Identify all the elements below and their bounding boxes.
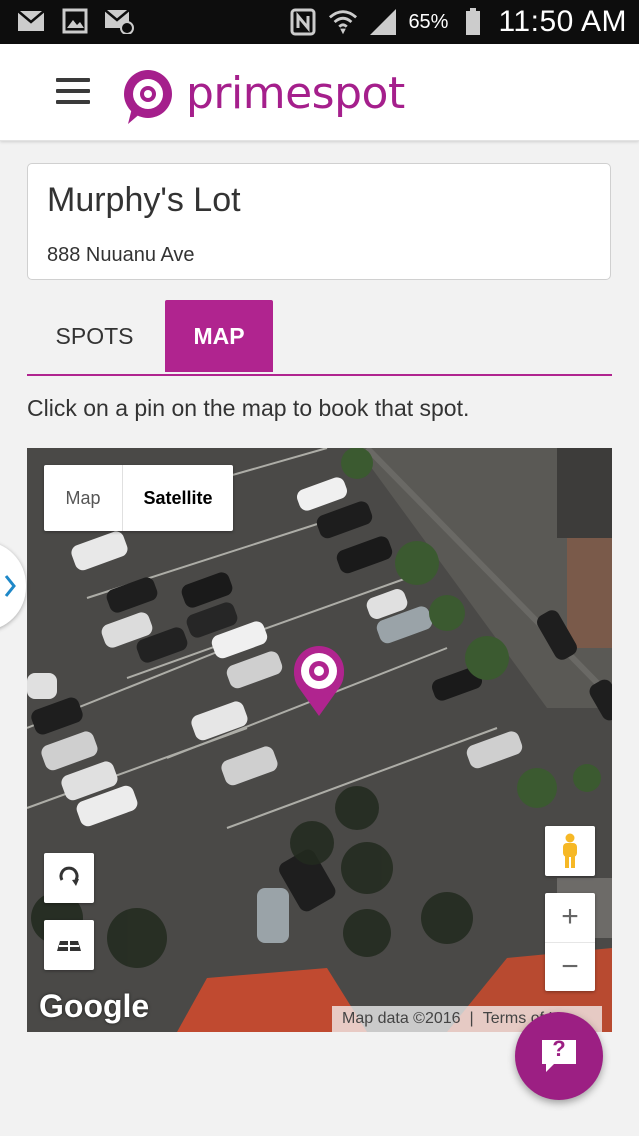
primespot-logo: primespot bbox=[118, 66, 405, 126]
pegman-icon bbox=[563, 833, 577, 868]
location-address: 888 Nuuanu Ave bbox=[47, 244, 195, 266]
location-name: Murphy's Lot bbox=[47, 181, 241, 219]
menu-icon[interactable] bbox=[56, 78, 90, 106]
help-question-mark: ? bbox=[552, 1036, 566, 1061]
status-bar: 65% 11:50 AM bbox=[0, 0, 639, 44]
mail-icon bbox=[16, 6, 46, 36]
clock: 11:50 AM bbox=[498, 5, 627, 38]
tab-map[interactable]: MAP bbox=[165, 300, 273, 372]
battery-icon bbox=[458, 7, 488, 37]
map-data-text: Map data ©2016 bbox=[342, 1010, 461, 1027]
zoom-out-button[interactable]: − bbox=[545, 943, 595, 992]
signal-icon bbox=[368, 7, 398, 37]
street-view-button[interactable] bbox=[545, 826, 595, 876]
zoom-in-button[interactable]: + bbox=[545, 893, 595, 943]
wifi-icon bbox=[328, 7, 358, 37]
instruction-text: Click on a pin on the map to book that s… bbox=[27, 395, 470, 421]
tab-spots[interactable]: SPOTS bbox=[27, 300, 162, 372]
attribution-separator: | bbox=[469, 1010, 474, 1027]
location-card: Murphy's Lot 888 Nuuanu Ave bbox=[27, 163, 611, 280]
google-logo: Google bbox=[39, 988, 150, 1024]
satellite-imagery bbox=[27, 448, 612, 1032]
map-type-control: Map Satellite bbox=[44, 465, 233, 531]
email-icon bbox=[104, 6, 134, 36]
side-drawer-tab[interactable] bbox=[0, 541, 26, 631]
view-tabs: SPOTS MAP bbox=[27, 300, 612, 376]
zoom-control: + − bbox=[545, 893, 595, 991]
tilt-map-button[interactable] bbox=[44, 920, 94, 970]
battery-percent: 65% bbox=[408, 10, 449, 33]
tilt-icon bbox=[57, 941, 81, 951]
satellite-map[interactable]: Map Satellite + − Google Map data ©2016 … bbox=[27, 448, 612, 1032]
map-type-map[interactable]: Map bbox=[44, 465, 123, 531]
rotate-map-button[interactable] bbox=[44, 853, 94, 903]
map-type-satellite[interactable]: Satellite bbox=[123, 465, 233, 531]
help-chat-button[interactable]: ? bbox=[515, 1012, 603, 1100]
chevron-right-icon bbox=[4, 575, 16, 597]
app-bar: primespot bbox=[0, 44, 639, 141]
primespot-logo-mark bbox=[124, 70, 172, 124]
rotate-icon bbox=[59, 866, 79, 886]
notification-icons bbox=[16, 6, 134, 36]
image-icon bbox=[60, 6, 90, 36]
nfc-icon bbox=[288, 7, 318, 37]
app-name: primespot bbox=[186, 67, 405, 119]
